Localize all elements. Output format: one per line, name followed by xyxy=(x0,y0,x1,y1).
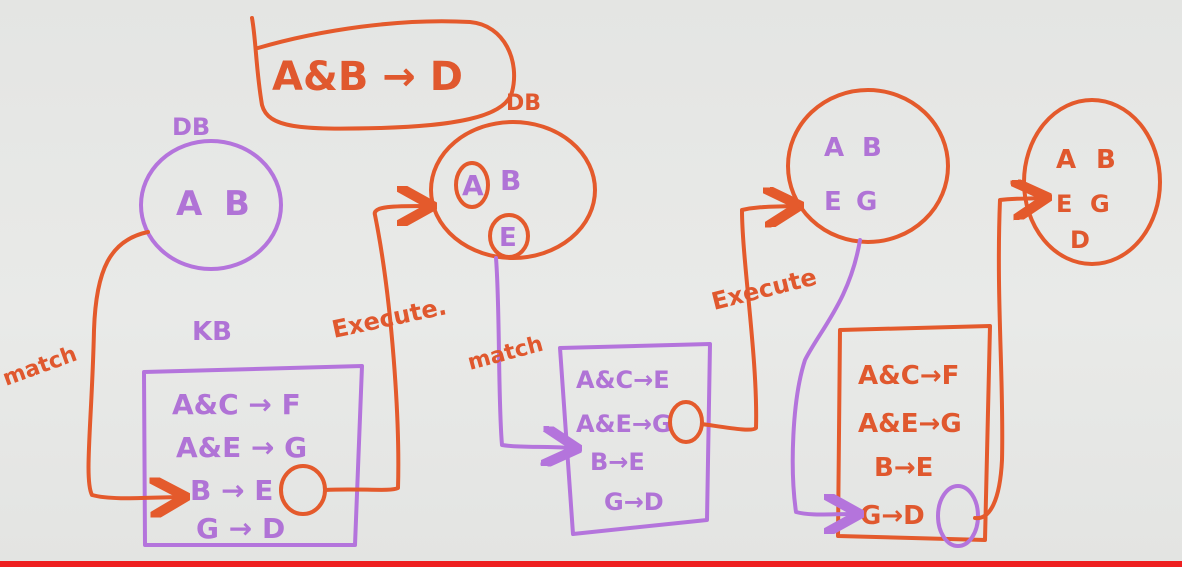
db-circle xyxy=(1022,98,1162,266)
db-fact: G xyxy=(1090,190,1110,218)
rule: A&C→F xyxy=(858,361,959,391)
diagram-canvas: A&B → D DB DB A B KB A&C → F A&E → G B →… xyxy=(0,16,1162,548)
rule: A&C → F xyxy=(172,388,301,421)
stage2: A B E A&C→E A&E→G B→E G→D match Execute xyxy=(429,120,820,536)
db-circle xyxy=(786,88,950,244)
stage3: A B E G A&C→F A&E→G B→E G→D xyxy=(786,88,1040,548)
kb-label: KB xyxy=(192,317,232,347)
fired-highlight xyxy=(279,464,327,516)
db-fact: D xyxy=(1070,226,1090,254)
execute-arrow xyxy=(700,206,792,432)
db-fact: E xyxy=(824,187,842,217)
db-fact: E xyxy=(499,223,517,253)
goal-rule: A&B → D xyxy=(272,54,463,100)
rule: A&C→E xyxy=(576,366,670,394)
fired-highlight xyxy=(668,400,704,444)
rule: A&E→G xyxy=(576,410,672,438)
db-circle xyxy=(139,139,283,271)
match-label: match xyxy=(465,332,546,376)
match-arrow xyxy=(86,230,178,498)
db-fact: A xyxy=(462,169,484,202)
stage4: A B E G D xyxy=(1022,98,1162,266)
whiteboard: A&B → D DB DB A B KB A&C → F A&E → G B →… xyxy=(0,0,1182,567)
db-fact: B xyxy=(1096,145,1116,175)
rule: B → E xyxy=(190,474,273,507)
match-label: match xyxy=(0,342,80,392)
execute-arrow xyxy=(323,206,425,492)
video-progress-bar[interactable] xyxy=(0,561,1182,567)
db-fact: G xyxy=(856,187,877,217)
db-label: DB xyxy=(172,113,210,141)
rule: A&E→G xyxy=(858,409,962,439)
rule: G→D xyxy=(860,501,925,531)
db-fact: B xyxy=(500,164,521,197)
rule: A&E → G xyxy=(176,431,307,464)
db-fact: A xyxy=(1056,145,1076,175)
db-fact: A xyxy=(824,133,844,163)
execute-label: Execute xyxy=(709,263,820,316)
db-fact: B xyxy=(224,184,250,224)
db-fact: B xyxy=(862,133,882,163)
db-fact: E xyxy=(1056,190,1072,218)
goal-db-label: DB xyxy=(506,91,541,116)
rule: G → D xyxy=(196,512,285,545)
rule: B→E xyxy=(590,448,645,476)
db-fact: A xyxy=(176,184,203,224)
rule: B→E xyxy=(874,453,933,483)
goal-box: A&B → D DB xyxy=(250,16,541,131)
fired-highlight xyxy=(936,484,980,548)
rule: G→D xyxy=(604,488,664,516)
stage1: DB A B KB A&C → F A&E → G B → E G → D ma… xyxy=(0,113,449,547)
